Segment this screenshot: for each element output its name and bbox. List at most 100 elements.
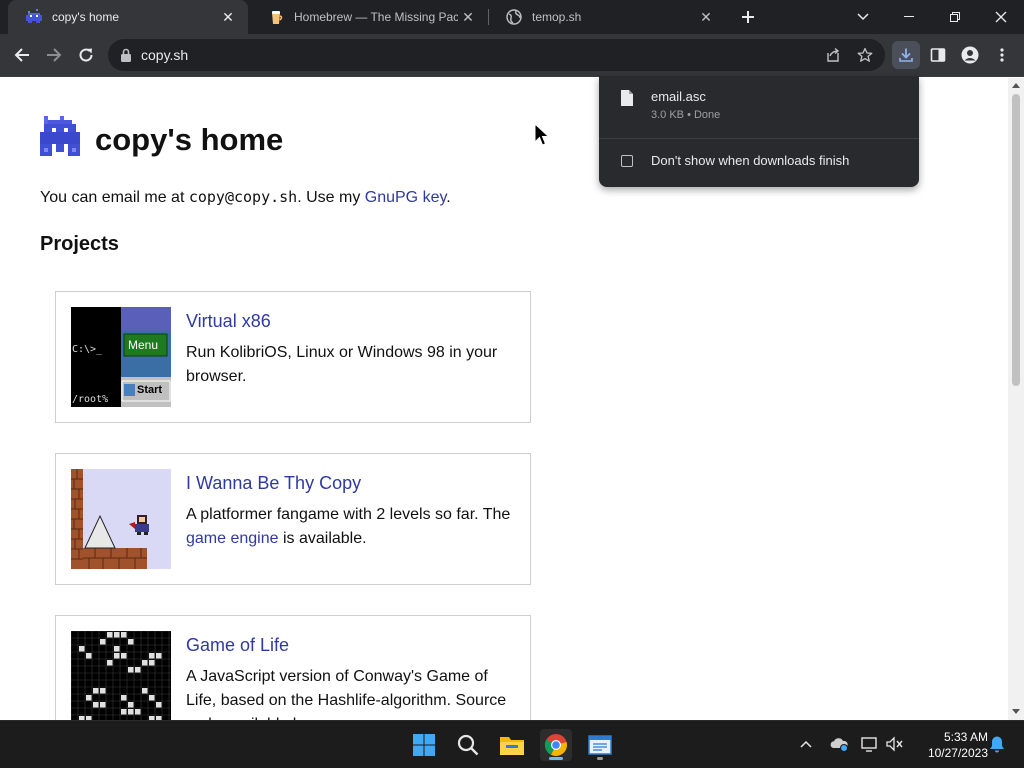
scroll-down-arrow-icon[interactable] xyxy=(1012,709,1020,714)
life-cell xyxy=(121,709,127,715)
network-display-icon[interactable] xyxy=(859,733,881,755)
life-cell xyxy=(79,646,85,652)
description-text: is available. xyxy=(278,530,367,547)
life-cell xyxy=(121,632,127,638)
windows-start-icon[interactable] xyxy=(408,729,440,761)
downloads-button[interactable] xyxy=(892,41,920,69)
forward-button[interactable] xyxy=(40,41,68,69)
life-cell xyxy=(93,702,99,708)
chrome-taskbar-icon[interactable] xyxy=(540,729,572,761)
download-icon xyxy=(899,48,913,62)
intro-before: You can email me at xyxy=(40,189,189,206)
tab-search-icon[interactable] xyxy=(840,0,886,34)
life-cell xyxy=(135,709,141,715)
life-cell xyxy=(128,709,134,715)
onedrive-icon[interactable] xyxy=(828,733,850,755)
scrollbar-thumb[interactable] xyxy=(1012,94,1020,386)
life-cell xyxy=(100,688,106,694)
globe-icon xyxy=(506,9,522,25)
kebab-menu-icon xyxy=(1000,48,1004,62)
side-panel-button[interactable] xyxy=(924,41,952,69)
gnupg-key-link[interactable]: GnuPG key xyxy=(365,189,447,206)
copy-logo-icon xyxy=(40,116,80,156)
life-cell xyxy=(149,695,155,701)
page-scrollbar[interactable] xyxy=(1008,78,1024,720)
projects-heading: Projects xyxy=(40,233,119,255)
chrome-menu-button[interactable] xyxy=(988,41,1016,69)
mouse-cursor-icon xyxy=(534,123,550,146)
running-indicator xyxy=(549,757,563,760)
game-engine-link[interactable]: game engine xyxy=(186,530,279,547)
show-hidden-icons-chevron-icon[interactable] xyxy=(795,733,817,755)
notepad-icon[interactable] xyxy=(584,729,616,761)
address-bar[interactable]: copy.sh xyxy=(108,39,885,71)
profile-avatar-icon xyxy=(961,46,979,64)
file-explorer-icon[interactable] xyxy=(496,729,528,761)
life-cell xyxy=(142,688,148,694)
share-icon[interactable] xyxy=(821,43,845,67)
project-title-game-of-life[interactable]: Game of Life xyxy=(186,635,289,656)
profile-button[interactable] xyxy=(956,41,984,69)
back-button[interactable] xyxy=(8,41,36,69)
windows-taskbar: 5:33 AM 10/27/2023 xyxy=(0,720,1024,768)
life-cell xyxy=(114,646,120,652)
dont-show-label[interactable]: Don't show when downloads finish xyxy=(651,153,849,168)
tab-close-icon[interactable]: ✕ xyxy=(696,7,716,27)
tab-close-icon[interactable]: ✕ xyxy=(218,7,238,27)
game-of-life-thumbnail[interactable] xyxy=(71,631,171,720)
url-text[interactable]: copy.sh xyxy=(141,39,188,71)
volume-muted-icon[interactable] xyxy=(884,733,906,755)
life-cell xyxy=(121,653,127,659)
copy-favicon-icon xyxy=(26,9,42,25)
life-cell xyxy=(86,653,92,659)
life-cell xyxy=(114,653,120,659)
divider xyxy=(599,138,919,139)
life-cell xyxy=(107,660,113,666)
browser-toolbar: copy.sh xyxy=(0,34,1024,77)
download-file-name[interactable]: email.asc xyxy=(651,89,706,104)
tab-copys-home[interactable]: copy's home ✕ xyxy=(8,0,248,34)
life-cell xyxy=(156,702,162,708)
description-text: A platformer fangame with 2 levels so fa… xyxy=(186,506,511,523)
i-wanna-be-thy-copy-thumbnail[interactable] xyxy=(71,469,171,569)
bookmark-star-icon[interactable] xyxy=(853,43,877,67)
new-tab-button[interactable] xyxy=(736,5,760,29)
tab-temop[interactable]: temop.sh ✕ xyxy=(488,0,726,34)
notification-bell-icon[interactable] xyxy=(986,733,1008,755)
dont-show-checkbox[interactable] xyxy=(621,155,633,167)
search-icon[interactable] xyxy=(452,729,484,761)
tab-title: Homebrew — The Missing Package Manager f… xyxy=(294,10,458,24)
project-description-game-of-life: A JavaScript version of Conway's Game of… xyxy=(186,668,507,720)
tab-close-icon[interactable]: ✕ xyxy=(458,7,478,27)
restore-button[interactable] xyxy=(932,0,978,34)
life-cell xyxy=(107,632,113,638)
scroll-up-arrow-icon[interactable] xyxy=(1012,83,1020,88)
clock-date: 10/27/2023 xyxy=(927,746,988,760)
email-address: copy@copy.sh xyxy=(188,188,298,206)
virtual-x86-thumbnail[interactable]: C:\>_ /root% Menu Start xyxy=(71,307,171,407)
download-file-status: 3.0 KB • Done xyxy=(651,109,721,121)
platformer-screenshot-icon xyxy=(71,469,171,569)
running-indicator xyxy=(597,757,603,760)
system-clock[interactable]: 5:33 AM 10/27/2023 xyxy=(916,729,988,761)
life-cell xyxy=(142,660,148,666)
side-panel-icon xyxy=(930,48,946,62)
tab-strip: copy's home ✕ Homebrew — The Missing Pac… xyxy=(0,0,1024,34)
minimize-button[interactable] xyxy=(886,0,932,34)
tab-homebrew[interactable]: Homebrew — The Missing Package Manager f… xyxy=(250,0,488,34)
project-card-virtual-x86: C:\>_ /root% Menu Start Virtual x86 Run … xyxy=(55,291,531,423)
life-cell xyxy=(128,702,134,708)
life-cell xyxy=(128,667,134,673)
project-title-virtual-x86[interactable]: Virtual x86 xyxy=(186,311,271,332)
life-cell xyxy=(135,667,141,673)
virtual-x86-prompt: C:\>_ xyxy=(72,344,103,355)
close-window-button[interactable] xyxy=(978,0,1024,34)
lock-icon[interactable] xyxy=(119,47,133,63)
reload-button[interactable] xyxy=(72,41,100,69)
tab-title: temop.sh xyxy=(532,10,582,24)
downloads-bubble: email.asc 3.0 KB • Done Don't show when … xyxy=(599,76,919,187)
life-cell xyxy=(156,653,162,659)
project-description-i-wanna-be-thy-copy: A platformer fangame with 2 levels so fa… xyxy=(186,503,516,551)
life-cell xyxy=(114,632,120,638)
project-title-i-wanna-be-thy-copy[interactable]: I Wanna Be Thy Copy xyxy=(186,473,361,494)
